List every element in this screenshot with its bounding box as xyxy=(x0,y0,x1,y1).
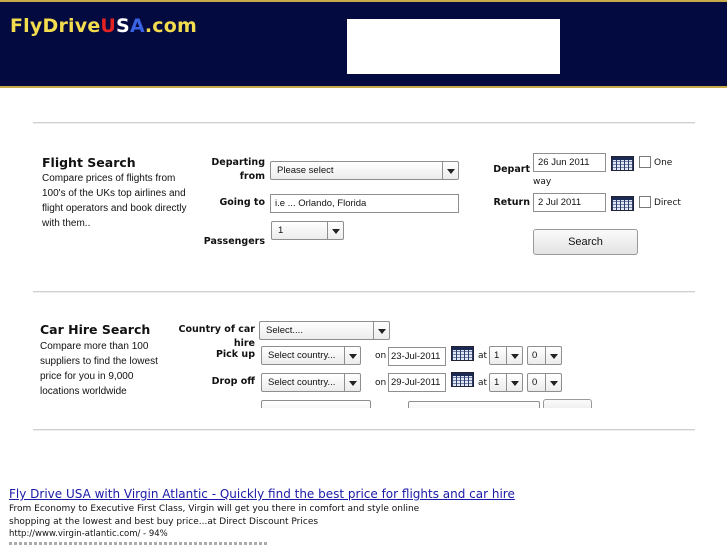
pickup-date-input[interactable]: 23-Jul-2011 xyxy=(388,347,446,366)
dropoff-country-select[interactable]: Select country... xyxy=(261,373,361,392)
pickup-hour-select[interactable]: 1 xyxy=(489,346,523,365)
dropoff-country-value: Select country... xyxy=(268,377,336,388)
chevron-down-icon xyxy=(506,347,522,364)
car-hire-clipped-row xyxy=(0,398,727,408)
calendar-icon[interactable] xyxy=(611,196,634,211)
one-way-label-cont: way xyxy=(533,177,552,187)
departing-label: Departing from xyxy=(205,156,265,184)
going-to-label: Going to xyxy=(219,197,265,208)
depart-date-input[interactable]: 26 Jun 2011 xyxy=(533,153,606,172)
departing-label-line2: from xyxy=(239,171,265,182)
pickup-at-label: at xyxy=(478,351,488,361)
result-link[interactable]: Fly Drive USA with Virgin Atlantic - Qui… xyxy=(9,487,515,501)
chevron-down-icon xyxy=(545,347,561,364)
clipped-button[interactable] xyxy=(543,399,592,408)
banner-ad[interactable] xyxy=(347,19,560,74)
chevron-down-icon xyxy=(506,374,522,391)
pickup-country-value: Select country... xyxy=(268,350,336,361)
departing-from-select[interactable]: Please select xyxy=(270,161,459,180)
pickup-on-label: on xyxy=(375,351,387,361)
one-way-label: One xyxy=(654,158,673,168)
result-description: From Economy to Executive First Class, V… xyxy=(9,504,420,527)
one-way-checkbox[interactable] xyxy=(639,156,651,168)
logo-letter-u: U xyxy=(100,15,117,37)
dropoff-minute-select[interactable]: 0 xyxy=(527,373,562,392)
dropoff-minute-value: 0 xyxy=(532,377,538,388)
return-label: Return xyxy=(493,197,530,208)
chevron-down-icon xyxy=(545,374,561,391)
dropoff-date-input[interactable]: 29-Jul-2011 xyxy=(388,373,446,392)
pickup-hour-value: 1 xyxy=(494,350,500,361)
chevron-down-icon xyxy=(373,322,389,339)
car-country-select[interactable]: Select.... xyxy=(259,321,390,340)
going-to-input[interactable]: i.e ... Orlando, Florida xyxy=(270,194,459,213)
pickup-minute-select[interactable]: 0 xyxy=(527,346,562,365)
page: FlyDriveUSA.com Flight Search Compare pr… xyxy=(0,0,727,545)
flight-search-title: Flight Search xyxy=(42,155,136,170)
calendar-icon[interactable] xyxy=(451,346,474,361)
divider xyxy=(33,122,695,124)
logo-letter-s: S xyxy=(116,15,130,37)
flight-search-description: Compare prices of flights from 100's of … xyxy=(42,173,187,229)
car-hire-title: Car Hire Search xyxy=(40,322,151,337)
passengers-value: 1 xyxy=(278,225,284,236)
divider xyxy=(33,291,695,293)
site-header: FlyDriveUSA.com xyxy=(0,0,727,88)
drop-off-label: Drop off xyxy=(211,376,255,387)
departing-from-value: Please select xyxy=(277,165,334,176)
chevron-down-icon xyxy=(442,162,458,179)
pickup-country-select[interactable]: Select country... xyxy=(261,346,361,365)
dropoff-hour-select[interactable]: 1 xyxy=(489,373,523,392)
return-date-input[interactable]: 2 Jul 2011 xyxy=(533,193,606,212)
calendar-icon[interactable] xyxy=(611,156,634,171)
chevron-down-icon xyxy=(344,374,360,391)
flight-search-button[interactable]: Search xyxy=(533,229,638,255)
chevron-down-icon xyxy=(327,222,343,239)
clipped-text xyxy=(9,541,309,545)
direct-label: Direct xyxy=(654,198,681,208)
clipped-select[interactable] xyxy=(261,400,371,408)
logo-letter-a: A xyxy=(129,15,145,37)
divider xyxy=(33,429,695,431)
pick-up-label: Pick up xyxy=(215,349,255,360)
departing-label-line1: Departing xyxy=(211,157,265,168)
dropoff-at-label: at xyxy=(478,378,488,388)
dropoff-hour-value: 1 xyxy=(494,377,500,388)
country-of-car-hire-label: Country of car hire xyxy=(178,324,255,349)
pickup-minute-value: 0 xyxy=(532,350,538,361)
clipped-select[interactable] xyxy=(408,401,540,408)
passengers-label: Passengers xyxy=(203,236,265,247)
calendar-icon[interactable] xyxy=(451,372,474,387)
logo-text-tld: .com xyxy=(144,15,197,37)
site-logo[interactable]: FlyDriveUSA.com xyxy=(10,15,197,37)
direct-checkbox[interactable] xyxy=(639,196,651,208)
logo-text-flydrive: FlyDrive xyxy=(10,15,101,37)
chevron-down-icon xyxy=(344,347,360,364)
passengers-select[interactable]: 1 xyxy=(271,221,344,240)
depart-label: Depart xyxy=(493,164,530,175)
dropoff-on-label: on xyxy=(375,378,387,388)
car-country-value: Select.... xyxy=(266,325,303,336)
car-hire-description: Compare more than 100 suppliers to find … xyxy=(40,341,158,397)
result-url: http://www.virgin-atlantic.com/ - 94% xyxy=(9,529,168,539)
